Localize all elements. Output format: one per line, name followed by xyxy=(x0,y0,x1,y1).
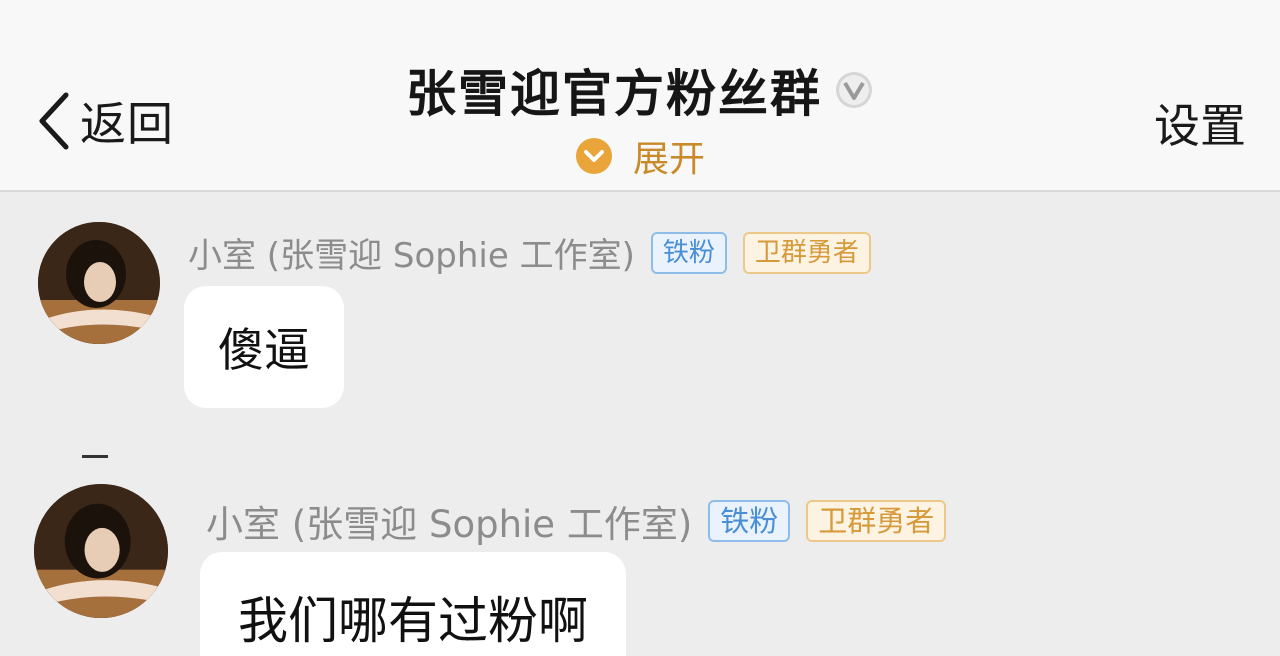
sender-name: 小室 (张雪迎 Sophie 工作室) xyxy=(188,236,635,276)
divider-mark xyxy=(82,455,108,458)
expand-toggle[interactable]: 展开 xyxy=(0,130,1280,182)
message-bubble[interactable]: 傻逼 xyxy=(184,286,344,408)
verified-v-icon xyxy=(834,70,874,110)
sender-row: 小室 (张雪迎 Sophie 工作室) 铁粉 卫群勇者 xyxy=(206,494,962,548)
title-area: 张雪迎官方粉丝群 xyxy=(0,54,1280,126)
message-bubble[interactable]: 我们哪有过粉啊 xyxy=(200,552,626,656)
avatar[interactable] xyxy=(34,484,168,618)
iron-fan-badge: 铁粉 xyxy=(708,500,791,542)
chat-header: 返回 张雪迎官方粉丝群 展开 设置 xyxy=(0,0,1280,192)
group-chat-screen: 返回 张雪迎官方粉丝群 展开 设置 小室 (张雪迎 Sophie 工作室) 铁粉… xyxy=(0,0,1280,656)
guardian-badge: 卫群勇者 xyxy=(806,500,947,542)
sender-name: 小室 (张雪迎 Sophie 工作室) xyxy=(206,503,693,546)
message-text: 我们哪有过粉啊 xyxy=(238,592,588,650)
expand-label: 展开 xyxy=(632,139,705,180)
guardian-badge: 卫群勇者 xyxy=(742,231,871,274)
message-text: 傻逼 xyxy=(218,323,310,377)
sender-row: 小室 (张雪迎 Sophie 工作室) 铁粉 卫群勇者 xyxy=(188,228,887,277)
avatar[interactable] xyxy=(38,222,160,344)
settings-button[interactable]: 设置 xyxy=(1154,90,1246,156)
group-title: 张雪迎官方粉丝群 xyxy=(406,65,822,123)
chevron-down-circle-icon xyxy=(575,137,613,175)
iron-fan-badge: 铁粉 xyxy=(650,231,727,274)
